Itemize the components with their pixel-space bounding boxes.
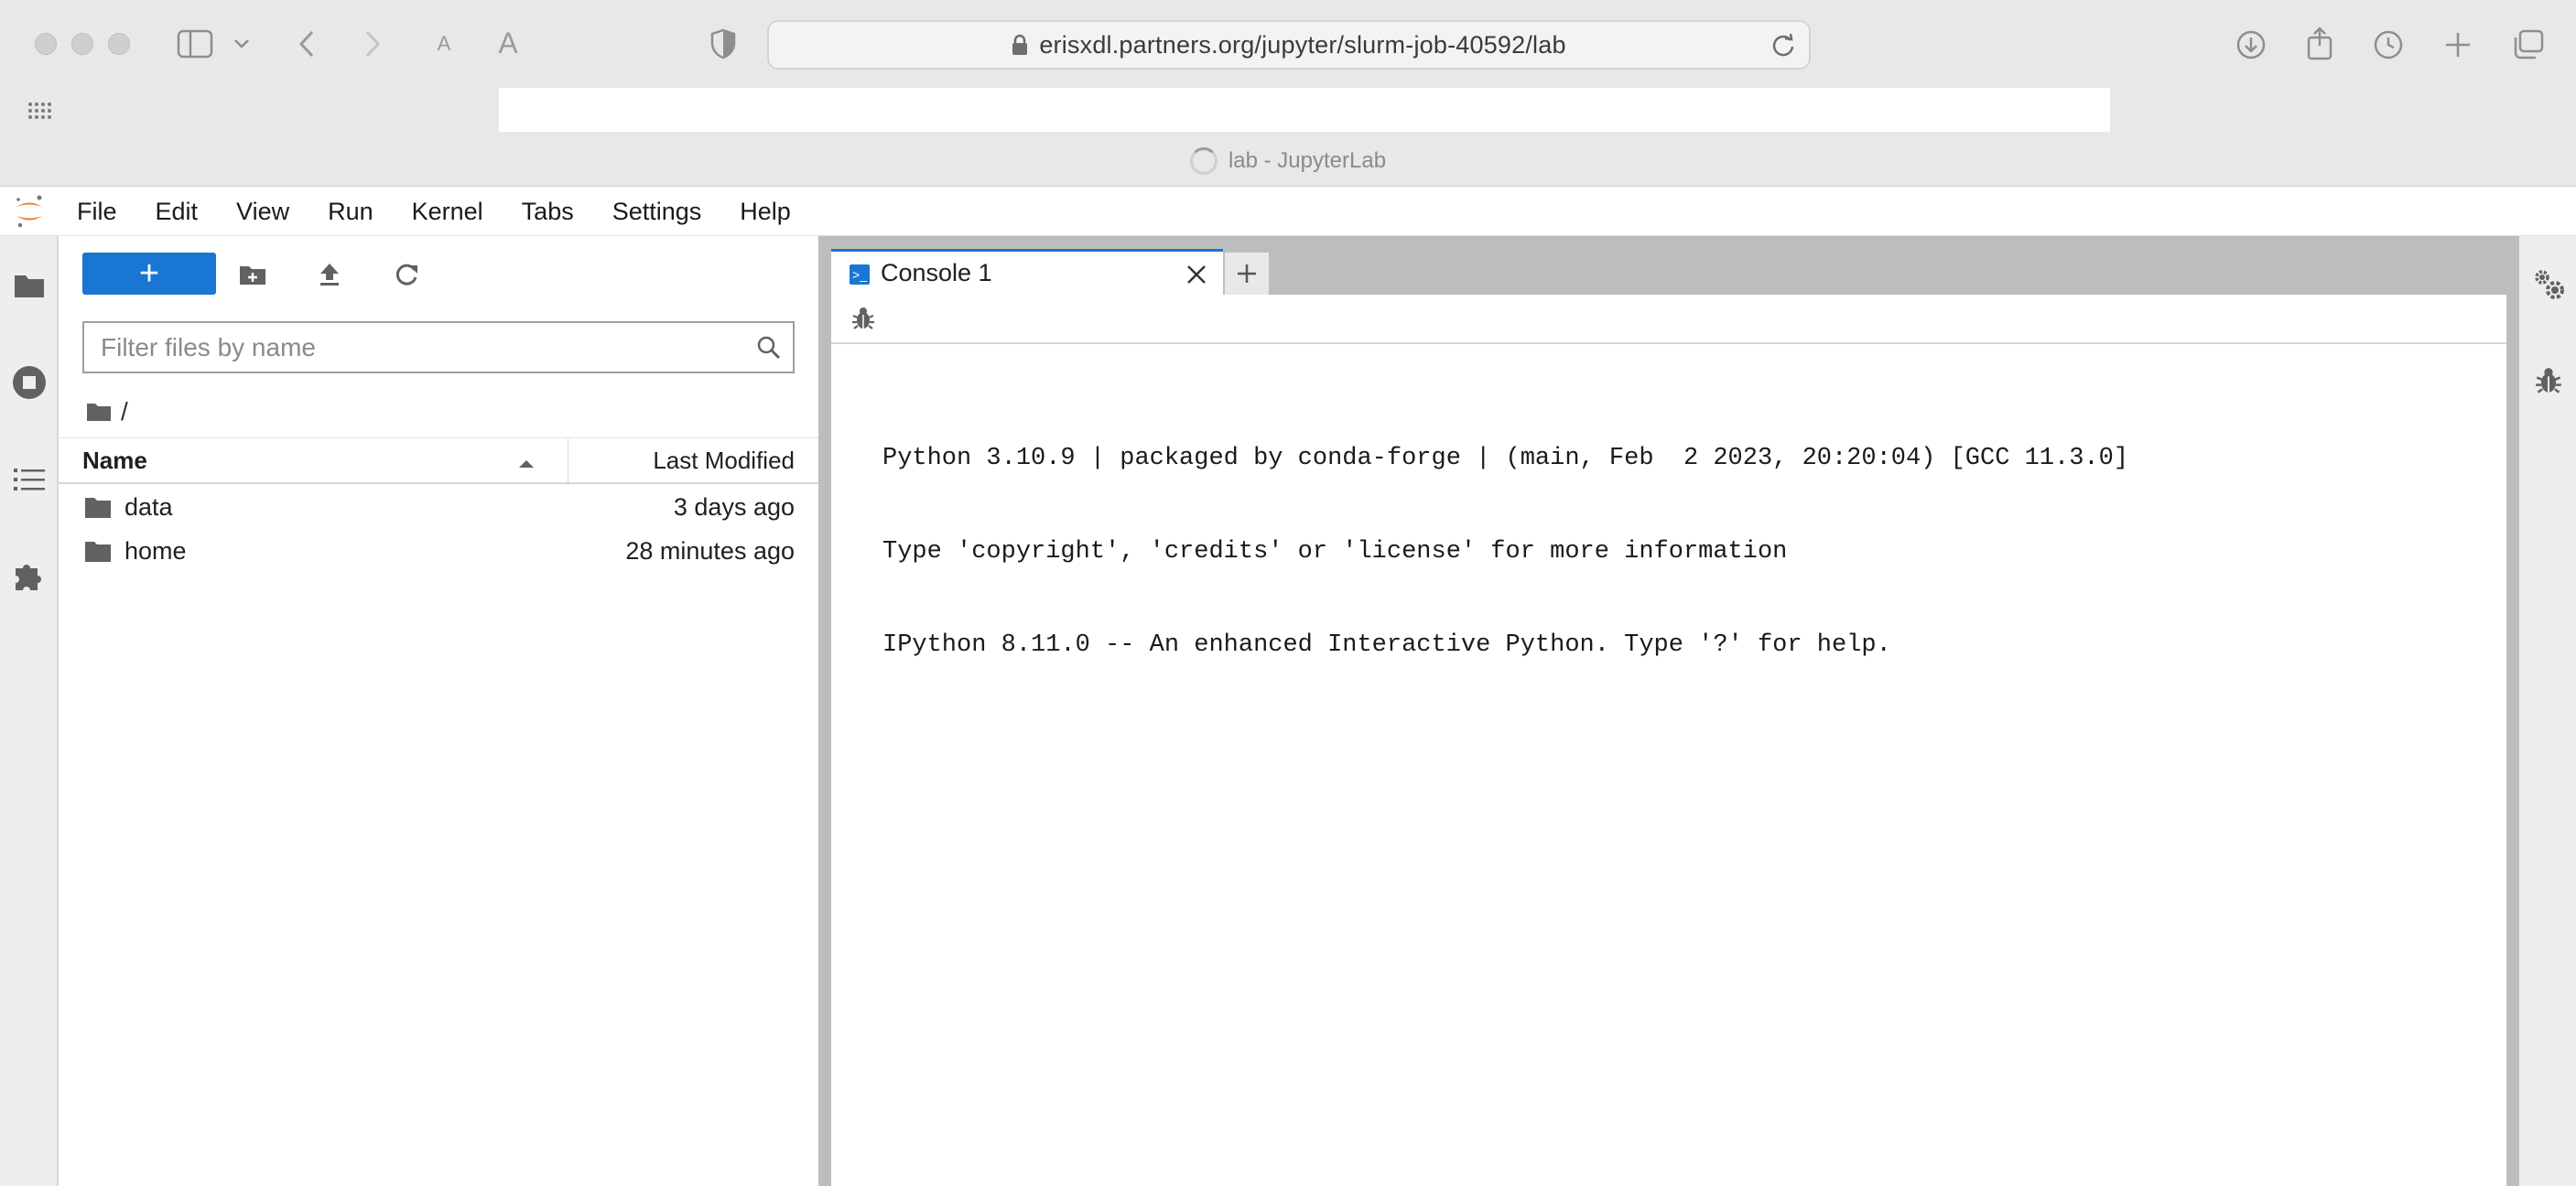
close-icon[interactable] (1185, 263, 1208, 286)
plus-icon (1238, 264, 1256, 283)
file-name: data (124, 492, 173, 521)
console-banner: Python 3.10.9 | packaged by conda-forge … (882, 381, 2128, 723)
favorites-bar (0, 88, 2576, 135)
file-list-item[interactable]: data 3 days ago (59, 485, 818, 529)
tab-title-bar[interactable]: lab - JupyterLab (0, 135, 2576, 187)
banner-line: Python 3.10.9 | packaged by conda-forge … (882, 445, 2129, 472)
sidebar-toggle-icon[interactable] (174, 26, 216, 62)
app-window: A A erisxdl.partners.org/jupyter/slurm-j… (0, 0, 2576, 1186)
name-column-header[interactable]: Name (82, 447, 147, 475)
new-folder-button[interactable] (233, 254, 273, 295)
file-modified: 28 minutes ago (625, 536, 795, 565)
extension-manager-tab[interactable] (7, 555, 51, 598)
console-toolbar (831, 295, 2506, 344)
page-title: lab - JupyterLab (1228, 147, 1387, 173)
jupyter-logo-icon (2, 187, 57, 236)
minimize-window-button[interactable] (71, 33, 93, 55)
new-launcher-tab-button[interactable] (1225, 253, 1269, 295)
main-dock-area: >_ Console 1 Python 3.10.9 | packaged by… (831, 236, 2506, 1186)
search-icon (745, 324, 793, 372)
downloads-icon[interactable] (2234, 27, 2268, 62)
breadcrumb-root[interactable]: / (121, 397, 128, 426)
tab-overview-icon[interactable] (2510, 27, 2547, 62)
running-sessions-tab[interactable] (7, 361, 51, 404)
file-browser-toolbar: + (59, 236, 818, 313)
menu-help[interactable]: Help (720, 187, 810, 236)
breadcrumb: / (86, 392, 128, 432)
reload-icon[interactable] (1770, 33, 1796, 63)
sort-ascending-icon[interactable] (518, 457, 535, 473)
upload-button[interactable] (309, 254, 350, 295)
last-modified-column-header[interactable]: Last Modified (653, 447, 795, 475)
table-of-contents-tab[interactable] (7, 458, 51, 501)
file-name: home (124, 536, 187, 565)
stop-circle-icon (13, 366, 46, 399)
bug-icon[interactable] (851, 306, 879, 333)
zoom-window-button[interactable] (108, 33, 130, 55)
list-icon (14, 469, 45, 491)
filter-files-input[interactable] (84, 323, 745, 372)
home-folder-icon[interactable] (86, 401, 112, 423)
banner-line: IPython 8.11.0 -- An enhanced Interactiv… (882, 631, 1891, 659)
file-browser-tab[interactable] (7, 264, 51, 307)
debugger-tab[interactable] (2528, 361, 2569, 401)
menu-edit[interactable]: Edit (136, 187, 218, 236)
tab-label: Console 1 (881, 259, 992, 286)
filter-field[interactable] (82, 321, 795, 373)
menu-run[interactable]: Run (308, 187, 393, 236)
file-list-item[interactable]: home 28 minutes ago (59, 529, 818, 573)
property-inspector-tab[interactable] (2528, 264, 2569, 304)
new-folder-icon (240, 266, 265, 285)
right-splitter[interactable] (2506, 236, 2519, 1186)
puzzle-icon (16, 565, 41, 590)
dock-tab-bar: >_ Console 1 (831, 236, 2506, 295)
history-icon[interactable] (2371, 27, 2406, 62)
browser-toolbar: A A erisxdl.partners.org/jupyter/slurm-j… (0, 0, 2576, 88)
console-panel: Python 3.10.9 | packaged by conda-forge … (831, 295, 2506, 1186)
refresh-button[interactable] (386, 254, 427, 295)
menu-view[interactable]: View (217, 187, 308, 236)
back-arrow-icon[interactable] (291, 27, 322, 60)
privacy-shield-icon[interactable] (707, 26, 740, 62)
lock-icon (1012, 34, 1028, 55)
bug-icon (2536, 368, 2561, 394)
text-smaller-button[interactable]: A (430, 27, 458, 60)
chevron-down-icon[interactable] (231, 31, 253, 57)
menu-file[interactable]: File (57, 187, 136, 236)
folder-icon (85, 498, 111, 518)
menu-kernel[interactable]: Kernel (393, 187, 503, 236)
menu-tabs[interactable]: Tabs (503, 187, 593, 236)
share-icon[interactable] (2303, 24, 2336, 62)
close-window-button[interactable] (35, 33, 57, 55)
gears-icon (2535, 270, 2564, 299)
loading-spinner-icon (1189, 146, 1218, 175)
tab-console-1[interactable]: >_ Console 1 (831, 249, 1223, 295)
url-text: erisxdl.partners.org/jupyter/slurm-job-4… (1039, 30, 1566, 59)
new-tab-plus-icon[interactable] (2441, 27, 2475, 62)
folder-icon (85, 542, 111, 562)
console-icon: >_ (850, 264, 870, 285)
panel-splitter[interactable] (818, 236, 831, 1186)
upload-icon (320, 264, 339, 286)
jupyterlab-menubar: File Edit View Run Kernel Tabs Settings … (0, 187, 2576, 236)
text-larger-button[interactable]: A (492, 24, 524, 62)
left-sidebar (0, 236, 59, 1186)
grid-apps-icon[interactable] (26, 97, 55, 124)
folder-icon (15, 275, 44, 297)
file-browser-panel: + / Name Last (59, 236, 818, 1186)
new-launcher-button[interactable]: + (82, 253, 216, 295)
refresh-icon (395, 264, 417, 286)
file-list-header: Name Last Modified (59, 437, 818, 485)
favorites-area (499, 88, 2110, 132)
banner-line: Type 'copyright', 'credits' or 'license'… (882, 538, 1788, 566)
address-bar[interactable]: erisxdl.partners.org/jupyter/slurm-job-4… (767, 20, 1811, 70)
forward-arrow-icon[interactable] (357, 27, 388, 60)
menu-settings[interactable]: Settings (593, 187, 721, 236)
file-modified: 3 days ago (673, 492, 795, 521)
